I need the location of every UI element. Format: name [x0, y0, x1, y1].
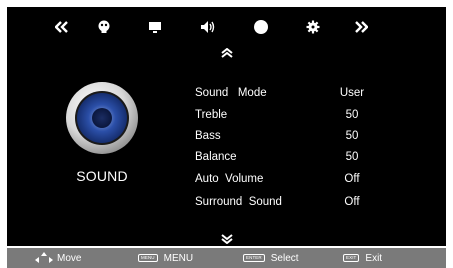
menu-row-label: Auto Volume [195, 173, 264, 185]
speaker-icon[interactable] [199, 18, 217, 36]
menu-row-bass[interactable]: Bass 50 [195, 130, 395, 148]
help-bar: Move MENU MENU ENTER Select EXIT Exit [7, 248, 446, 268]
menu-row-value: Off [344, 196, 360, 208]
menu-row-treble[interactable]: Treble 50 [195, 109, 395, 127]
select-label: Select [270, 252, 299, 264]
category-bar [7, 7, 446, 43]
scroll-down-icon[interactable] [220, 231, 234, 245]
menu-row-value: User [339, 87, 365, 99]
category-title: SOUND [76, 168, 128, 184]
menu-row-label: Sound Mode [195, 87, 267, 99]
move-label: Move [57, 252, 82, 264]
dpad-arrows-icon [35, 252, 53, 263]
screen-icon[interactable] [146, 18, 164, 36]
menu-row-label: Treble [195, 109, 228, 121]
menu-row-value: 50 [345, 151, 359, 163]
menu-row-value: 50 [345, 109, 359, 121]
enter-key-icon: ENTER [243, 254, 265, 262]
menu-row-label: Balance [195, 151, 237, 163]
exit-hint: EXIT Exit [343, 248, 382, 268]
menu-label: MENU [163, 252, 194, 264]
menu-key-icon: MENU [138, 254, 158, 262]
menu-row-value: 50 [345, 130, 359, 142]
menu-row-balance[interactable]: Balance 50 [195, 151, 395, 169]
scroll-up-icon[interactable] [220, 45, 234, 58]
picture-icon[interactable] [95, 18, 113, 36]
menu-row-label: Bass [195, 130, 221, 142]
osd-screen: SOUND Sound Mode User Treble 50 Bass 50 … [7, 7, 446, 246]
menu-row-surround-sound[interactable]: Surround Sound Off [195, 196, 395, 214]
menu-row-label: Surround Sound [195, 196, 282, 208]
exit-key-icon: EXIT [343, 254, 360, 262]
menu-row-value: Off [344, 173, 360, 185]
circle-icon[interactable] [252, 18, 270, 36]
exit-label: Exit [365, 252, 383, 264]
menu-row-sound-mode[interactable]: Sound Mode User [195, 87, 395, 105]
gear-icon[interactable] [304, 18, 322, 36]
sound-speaker-icon [64, 80, 140, 156]
double-chevron-right-icon[interactable] [352, 18, 370, 36]
menu-row-auto-volume[interactable]: Auto Volume Off [195, 173, 395, 191]
double-chevron-left-icon[interactable] [53, 18, 71, 36]
move-hint: Move [35, 248, 81, 268]
select-hint: ENTER Select [243, 248, 299, 268]
menu-hint: MENU MENU [138, 248, 193, 268]
